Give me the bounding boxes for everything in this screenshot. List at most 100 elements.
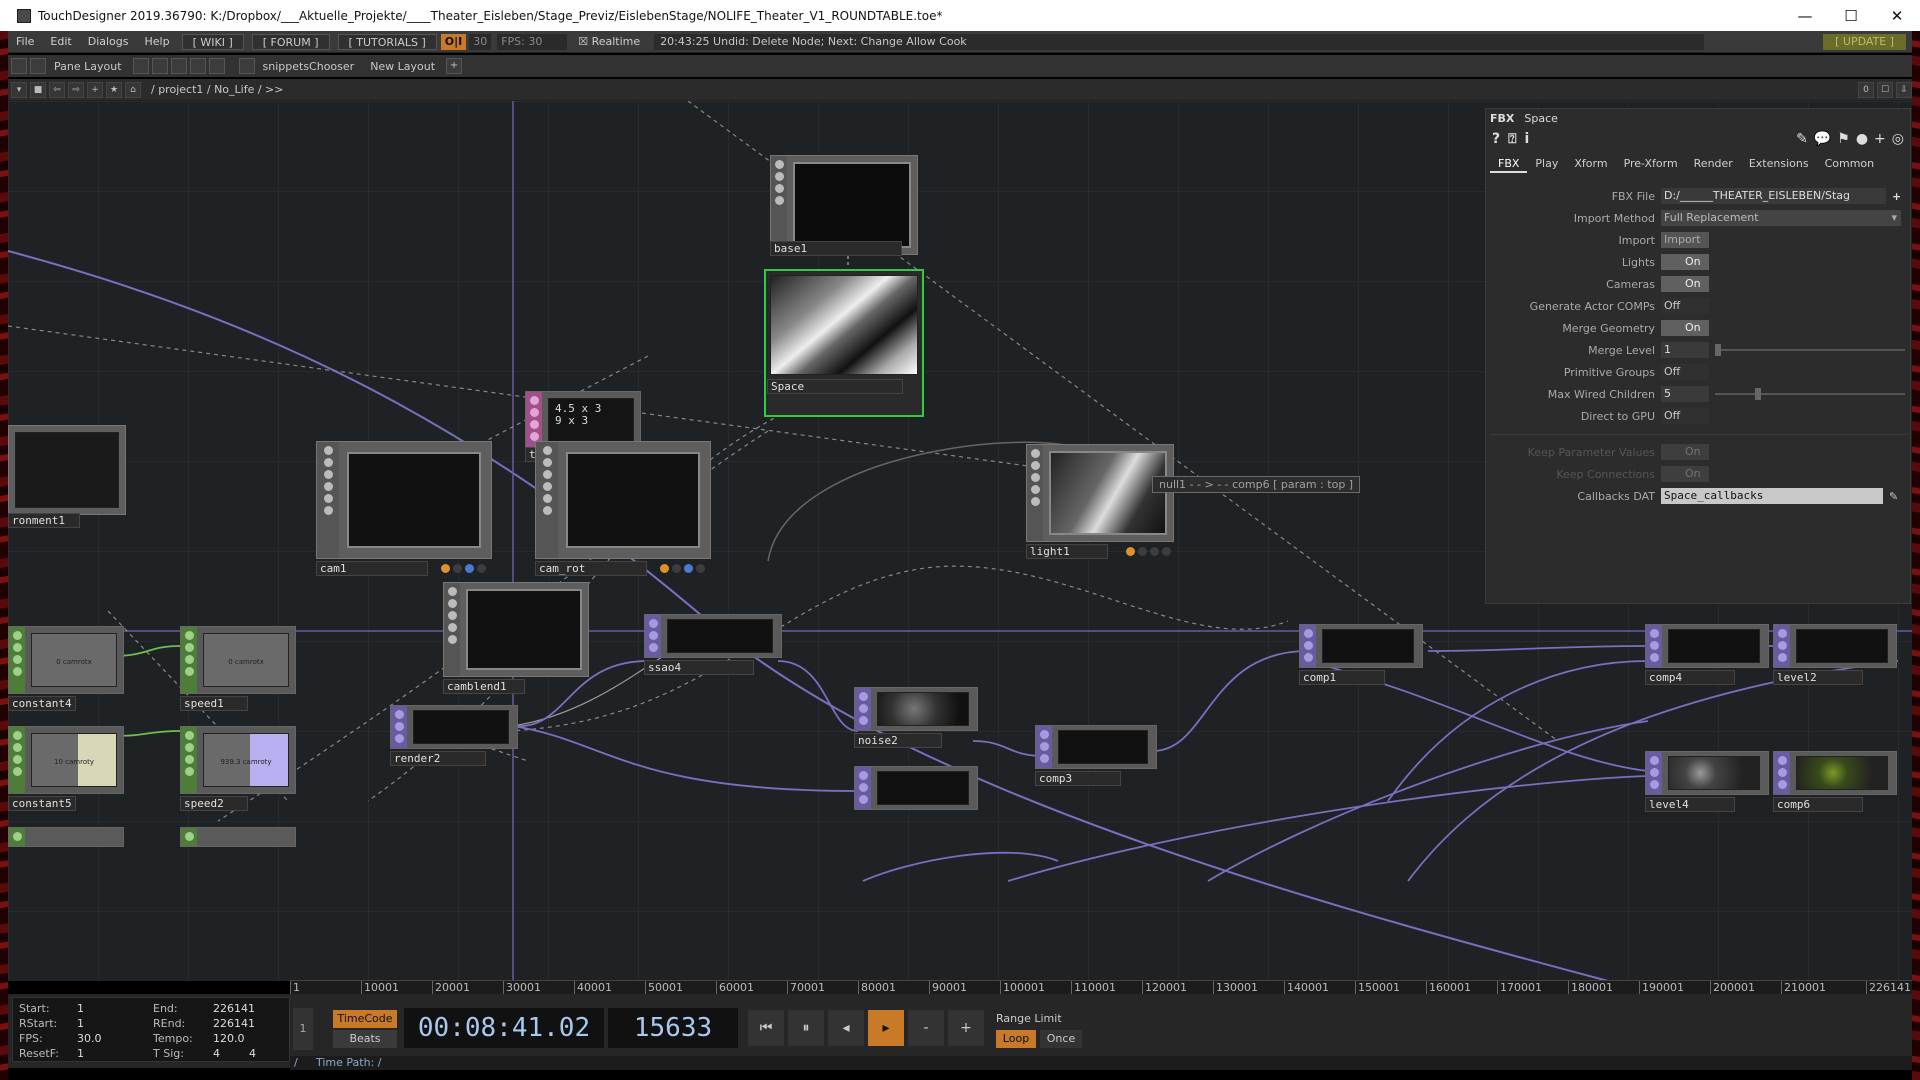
- cameras-toggle[interactable]: On: [1661, 276, 1709, 292]
- step-minus-button[interactable]: -: [908, 1010, 944, 1046]
- rstart-value[interactable]: 1: [77, 1017, 84, 1030]
- once-button[interactable]: Once: [1040, 1030, 1082, 1048]
- node-label[interactable]: constant5: [8, 796, 76, 811]
- step-plus-button[interactable]: +: [948, 1010, 984, 1046]
- python-help-icon[interactable]: ⍰: [1508, 131, 1516, 147]
- node-cam1[interactable]: cam1: [316, 441, 499, 576]
- step-back-button[interactable]: ◂: [828, 1010, 864, 1046]
- time-path-bar[interactable]: / Time Path: /: [290, 1056, 1912, 1070]
- node-camblend1[interactable]: camblend1: [443, 582, 596, 694]
- target-icon[interactable]: ◎: [1892, 131, 1904, 147]
- rend-value[interactable]: 226141: [213, 1017, 255, 1030]
- menu-dialogs[interactable]: Dialogs: [80, 31, 137, 53]
- node-base1[interactable]: base1: [770, 155, 918, 256]
- maximize-button[interactable]: ☐: [1828, 0, 1874, 31]
- new-layout-add-button[interactable]: +: [446, 58, 463, 74]
- node-label[interactable]: ssao4: [644, 660, 754, 675]
- import-button[interactable]: Import: [1661, 232, 1709, 248]
- max-wired-field[interactable]: 5: [1661, 386, 1709, 402]
- timeline-side-button[interactable]: 1: [293, 1008, 313, 1050]
- tab-render[interactable]: Render: [1686, 155, 1741, 173]
- fps-value[interactable]: 30.0: [77, 1032, 102, 1045]
- home-icon[interactable]: ⌂: [125, 81, 141, 98]
- tsig-a-value[interactable]: 4: [213, 1047, 220, 1060]
- timecode-display[interactable]: 00:08:41.02: [404, 1008, 604, 1048]
- pane-split-icon[interactable]: [11, 58, 27, 74]
- node-cam-rot[interactable]: cam_rot: [535, 441, 718, 576]
- node-environment1[interactable]: ronment1: [8, 425, 126, 528]
- node-space[interactable]: Space: [764, 269, 924, 417]
- comment-icon[interactable]: 💬: [1814, 131, 1831, 147]
- beats-mode-button[interactable]: Beats: [333, 1030, 397, 1048]
- node-label[interactable]: base1: [770, 241, 902, 256]
- tab-play[interactable]: Play: [1527, 155, 1566, 173]
- node-label[interactable]: noise2: [854, 733, 942, 748]
- pin-icon[interactable]: ⇩: [1896, 81, 1912, 98]
- pane-link-icon[interactable]: [30, 58, 46, 74]
- node-label[interactable]: cam1: [316, 561, 428, 576]
- node-label[interactable]: comp3: [1035, 771, 1121, 786]
- tab-xform[interactable]: Xform: [1566, 155, 1615, 173]
- path-right-value[interactable]: 0: [1858, 81, 1874, 98]
- tab-fbx[interactable]: FBX: [1490, 155, 1528, 173]
- node-label[interactable]: camblend1: [443, 679, 525, 694]
- node-label[interactable]: Space: [767, 379, 903, 394]
- edit-callbacks-icon[interactable]: ✎: [1889, 490, 1898, 503]
- snippets-chooser[interactable]: snippetsChooser: [255, 60, 363, 73]
- merge-geometry-toggle[interactable]: On: [1661, 320, 1709, 336]
- timeline-ruler[interactable]: 1 10001 20001 30001 40001 50001 60001 70001 8000…: [290, 980, 1912, 995]
- network-path[interactable]: / project1 / No_Life / >>: [151, 83, 284, 96]
- edit-icon[interactable]: ✎: [1796, 131, 1808, 147]
- tab-pre-xform[interactable]: Pre-Xform: [1616, 155, 1686, 173]
- chevron-down-icon[interactable]: ▾: [11, 81, 27, 98]
- snippets-icon[interactable]: [238, 58, 255, 74]
- node-constant4[interactable]: 0 camrotx constant4: [8, 626, 128, 711]
- node-render2[interactable]: render2: [390, 705, 520, 769]
- loop-button[interactable]: Loop: [996, 1030, 1036, 1048]
- add-icon[interactable]: +: [87, 81, 103, 98]
- node-label[interactable]: render2: [390, 751, 486, 766]
- cook-toggle-button[interactable]: O|I: [440, 33, 467, 50]
- node-label[interactable]: cam_rot: [535, 561, 647, 576]
- layout-5-icon[interactable]: [208, 58, 225, 74]
- tsig-b-value[interactable]: 4: [249, 1047, 256, 1060]
- menu-help[interactable]: Help: [137, 31, 178, 53]
- minimize-button[interactable]: —: [1782, 0, 1828, 31]
- play-button[interactable]: ▸: [868, 1010, 904, 1046]
- node-label[interactable]: ronment1: [8, 513, 80, 528]
- file-browse-icon[interactable]: +: [1892, 190, 1901, 203]
- node-label[interactable]: comp6: [1773, 797, 1863, 812]
- node-constant5[interactable]: 10 camroty constant5: [8, 726, 128, 811]
- frame-display[interactable]: 15633: [608, 1008, 738, 1048]
- node-comp1[interactable]: comp1: [1299, 624, 1425, 688]
- node-speed1[interactable]: 0 camrotx speed1: [180, 626, 300, 711]
- merge-level-field[interactable]: 1: [1661, 342, 1709, 358]
- node-partial-bottom-left-2[interactable]: [180, 827, 300, 847]
- node-noise2[interactable]: noise2: [854, 687, 980, 751]
- layout-3-icon[interactable]: [170, 58, 187, 74]
- direct-gpu-toggle[interactable]: Off: [1661, 408, 1709, 424]
- node-label[interactable]: comp1: [1299, 670, 1385, 685]
- node-level4[interactable]: level4: [1645, 751, 1771, 815]
- timecode-mode-button[interactable]: TimeCode: [333, 1010, 397, 1028]
- rewind-button[interactable]: ⏮: [748, 1010, 784, 1046]
- forward-icon[interactable]: ⇨: [68, 81, 84, 98]
- update-button[interactable]: [ UPDATE ]: [1823, 33, 1906, 50]
- import-method-select[interactable]: Full Replacement: [1661, 210, 1901, 226]
- node-comp4[interactable]: comp4: [1645, 624, 1771, 688]
- max-wired-slider[interactable]: [1715, 388, 1905, 400]
- fbx-file-field[interactable]: D:/______THEATER_EISLEBEN/Stag: [1661, 188, 1886, 204]
- wiki-button[interactable]: [ WIKI ]: [181, 33, 244, 50]
- node-label[interactable]: speed2: [180, 796, 248, 811]
- node-bottom-center[interactable]: [854, 766, 980, 810]
- realtime-checkbox[interactable]: ☒ Realtime: [570, 31, 648, 53]
- star-icon[interactable]: ★: [106, 81, 122, 98]
- end-value[interactable]: 226141: [213, 1002, 255, 1015]
- node-label[interactable]: constant4: [8, 696, 76, 711]
- back-icon[interactable]: ⇦: [49, 81, 65, 98]
- node-comp6[interactable]: comp6: [1773, 751, 1899, 815]
- node-label[interactable]: level4: [1645, 797, 1735, 812]
- help-icon[interactable]: ?: [1492, 131, 1500, 147]
- node-label[interactable]: light1: [1026, 544, 1108, 559]
- info-icon[interactable]: i: [1525, 131, 1530, 147]
